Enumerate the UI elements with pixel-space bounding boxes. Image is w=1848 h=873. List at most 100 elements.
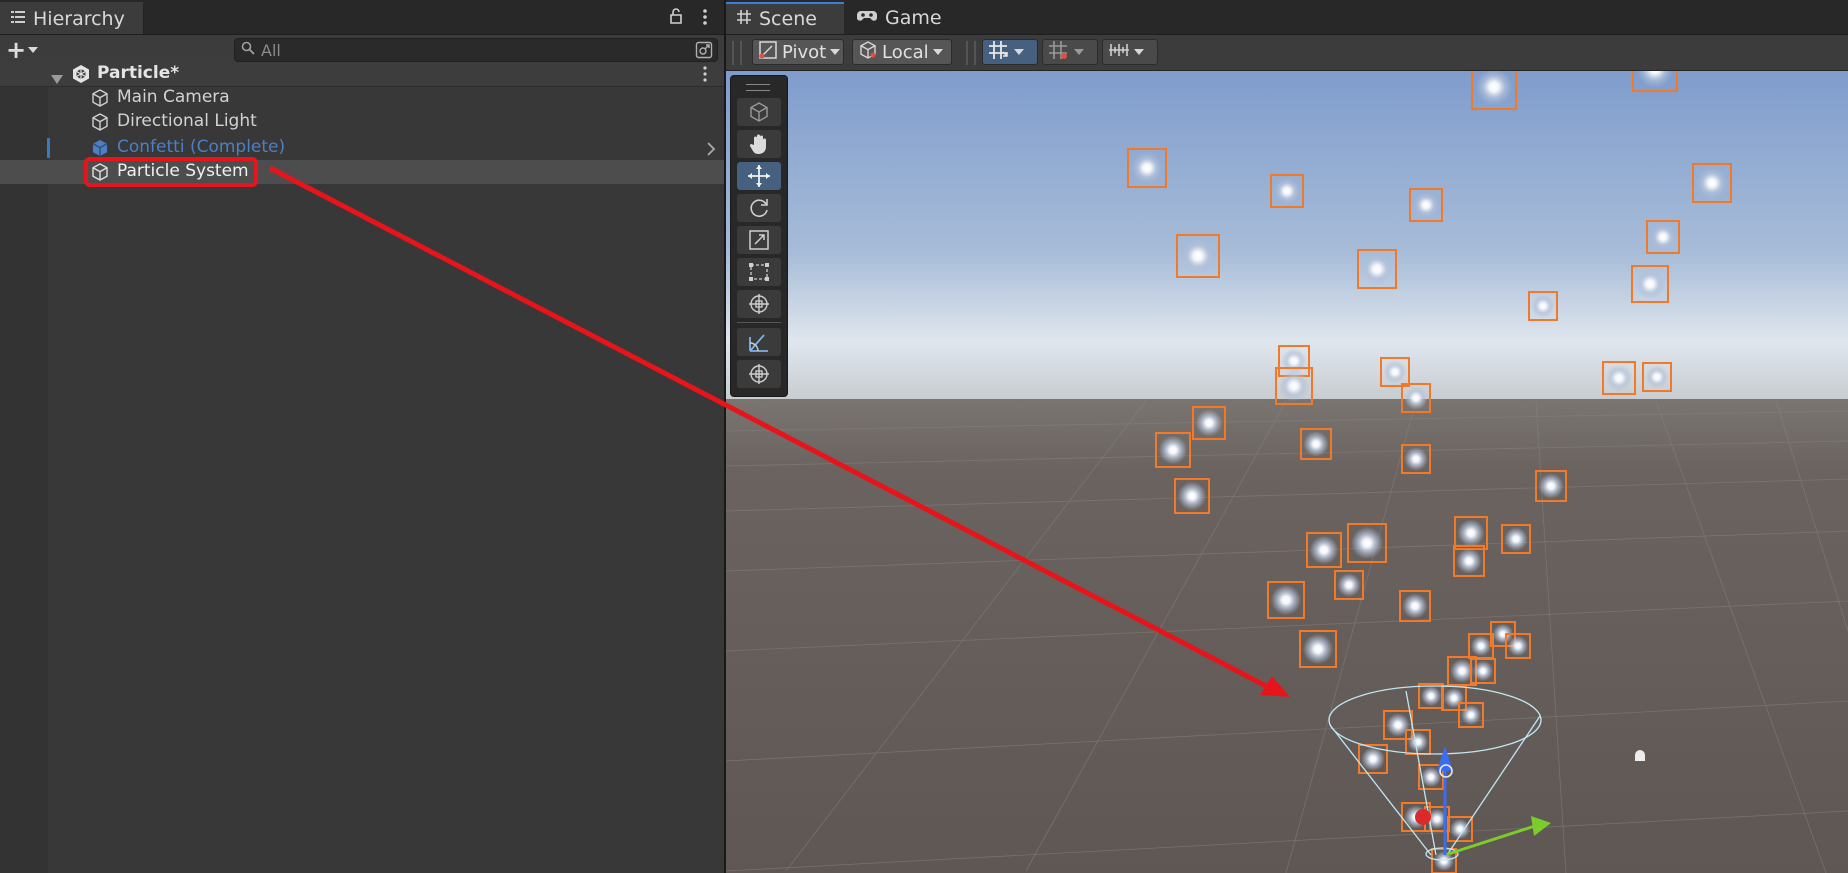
tool-separator: [737, 322, 781, 323]
overlay-grip[interactable]: [746, 84, 770, 91]
grid-snap-icon: [988, 40, 1010, 65]
hierarchy-item-main-camera[interactable]: Main Camera: [0, 86, 724, 110]
particle-sprite: [1538, 473, 1564, 499]
scene-toolbar: Pivot Local: [726, 35, 1848, 71]
tab-hierarchy[interactable]: Hierarchy: [0, 2, 144, 34]
hierarchy-item-label: Particle System: [117, 161, 249, 181]
custom-tool[interactable]: [737, 328, 781, 356]
increment-snapping-toggle[interactable]: [1042, 39, 1098, 65]
particle-sprite: [1695, 166, 1729, 200]
scene-tabbar: Scene Game: [726, 0, 1848, 35]
gamepad-icon: [856, 7, 878, 29]
particle-sprite: [1383, 360, 1407, 384]
add-object-button[interactable]: +: [6, 38, 48, 62]
particle-sprite: [1472, 660, 1494, 682]
hierarchy-item-label: Confetti (Complete): [117, 137, 286, 157]
tab-game-label: Game: [885, 7, 942, 29]
tab-scene-label: Scene: [759, 8, 817, 30]
chevron-down-icon: [1134, 49, 1144, 55]
particle-sprite: [1337, 573, 1361, 597]
rotate-icon: [750, 199, 768, 217]
scale-icon: [749, 230, 769, 250]
particle-sprite: [1303, 431, 1329, 457]
scale-tool[interactable]: [737, 226, 781, 254]
rotate-tool[interactable]: [737, 194, 781, 222]
pivot-toggle[interactable]: Pivot: [752, 39, 844, 65]
hierarchy-item-confetti[interactable]: Confetti (Complete): [0, 136, 724, 160]
particle-sprite: [1180, 238, 1216, 274]
toolbar-grip[interactable]: [966, 41, 976, 65]
particle-sprite: [1404, 386, 1428, 410]
space-toggle[interactable]: Local: [852, 39, 952, 65]
hierarchy-panel: Hierarchy + Particl: [0, 0, 724, 873]
search-input[interactable]: [255, 40, 661, 60]
chevron-down-icon: [28, 47, 39, 53]
kebab-menu-icon[interactable]: [698, 8, 712, 31]
transform-tool[interactable]: [737, 290, 781, 318]
particle-sprite: [1130, 151, 1164, 185]
particle-sprite: [1309, 535, 1339, 565]
lock-icon[interactable]: [668, 8, 684, 29]
view-tool[interactable]: [737, 98, 781, 126]
hand-tool[interactable]: [737, 130, 781, 158]
transform-icon: [749, 294, 769, 314]
ruler-snapping-toggle[interactable]: [1102, 39, 1158, 65]
custom-tool-2[interactable]: [737, 360, 781, 388]
particle-sprite: [1177, 481, 1207, 511]
list-icon: [10, 8, 26, 30]
particle-sprite: [1456, 548, 1482, 574]
chevron-down-icon: [1014, 49, 1024, 55]
particle-editor-icon: [749, 334, 768, 352]
toolbar-grip[interactable]: [732, 41, 742, 65]
particle-sprite: [1404, 447, 1428, 471]
gameobject-cube-icon: [90, 112, 110, 137]
ground-plane: [726, 399, 1848, 873]
grid-icon: [736, 8, 752, 30]
particle-sprite: [1649, 223, 1677, 251]
particle-sprite: [1605, 364, 1633, 392]
scene-row[interactable]: Particle*: [0, 62, 724, 87]
particle-sprite: [1273, 177, 1301, 205]
particle-sprite: [1412, 191, 1440, 219]
light-icon[interactable]: [1635, 750, 1645, 761]
particle-sprite: [1361, 747, 1385, 771]
tab-scene[interactable]: Scene: [726, 2, 844, 34]
particle-sprite: [1402, 593, 1428, 619]
hierarchy-item-directional-light[interactable]: Directional Light: [0, 110, 724, 134]
grid-snapping-toggle[interactable]: [982, 39, 1038, 65]
scene-search-icon[interactable]: [695, 41, 713, 59]
particle-sprite: [1645, 365, 1669, 389]
cube-view-icon: [750, 102, 768, 122]
search-icon: [241, 40, 255, 60]
hierarchy-item-label: Directional Light: [117, 111, 257, 131]
search-field[interactable]: [234, 38, 718, 62]
move-icon: [748, 165, 770, 187]
particle-sprite: [1531, 294, 1555, 318]
hierarchy-tabbar: Hierarchy: [0, 0, 724, 35]
chevron-right-icon[interactable]: [706, 141, 716, 161]
hierarchy-item-label: Main Camera: [117, 87, 230, 107]
hierarchy-item-particle-system[interactable]: Particle System: [0, 160, 724, 184]
chevron-down-icon: [932, 49, 943, 55]
scene-viewport[interactable]: [726, 71, 1848, 873]
particle-sprite: [1302, 633, 1334, 665]
transform-icon: [749, 364, 769, 384]
pivot-icon: [758, 40, 778, 65]
move-tool[interactable]: [737, 162, 781, 190]
scene-render[interactable]: [726, 71, 1848, 873]
particle-sprite: [1507, 635, 1529, 657]
scene-name: Particle*: [97, 63, 180, 83]
gameobject-cube-icon: [90, 162, 110, 187]
particle-sprite: [1407, 731, 1429, 753]
particle-sprite: [1460, 704, 1482, 726]
scene-panel: Scene Game Pivot Local: [726, 0, 1848, 873]
particle-sprite: [1158, 435, 1188, 465]
particle-sprite: [1634, 268, 1666, 300]
tool-overlay: [730, 75, 788, 397]
tab-game[interactable]: Game: [846, 2, 946, 34]
particle-sprite: [1195, 409, 1223, 437]
kebab-menu-icon[interactable]: [700, 65, 710, 88]
rect-tool[interactable]: [737, 258, 781, 286]
particle-sprite: [1360, 252, 1394, 286]
particle-sprite: [1457, 519, 1485, 547]
